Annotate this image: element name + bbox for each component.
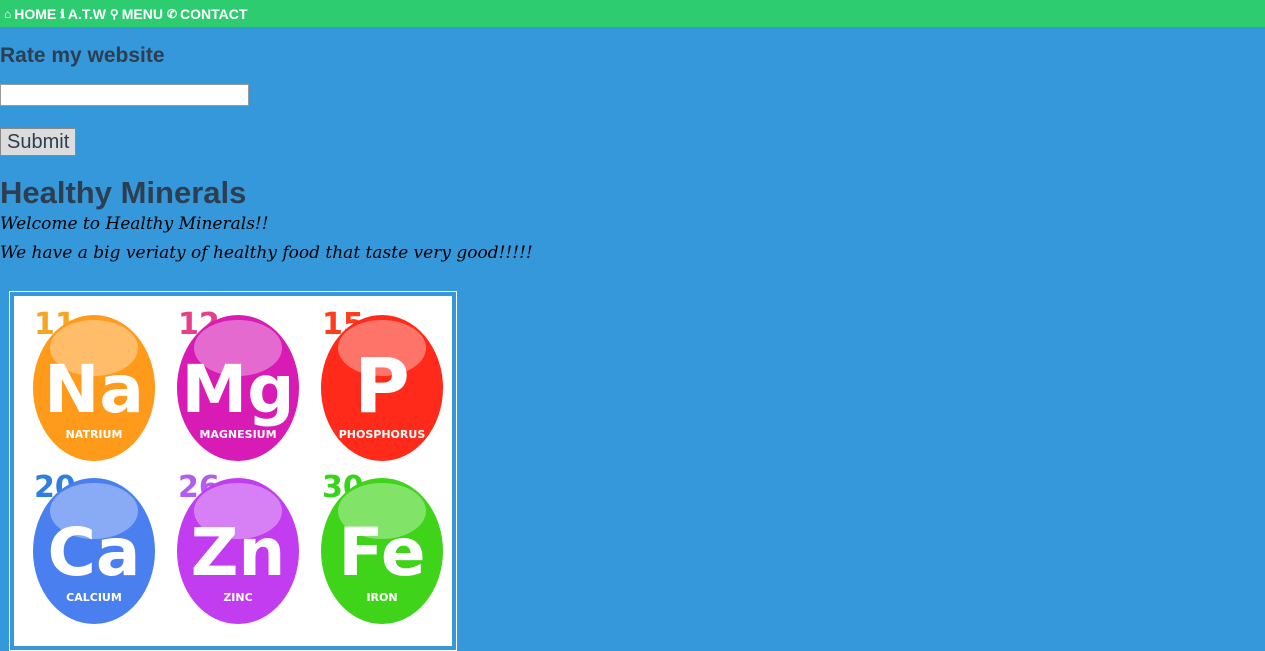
mineral-name: IRON bbox=[366, 591, 397, 604]
mineral-zinc: 26ZnZINC bbox=[177, 470, 299, 624]
nav-home-label: HOME bbox=[14, 5, 57, 22]
mineral-name: CALCIUM bbox=[66, 591, 122, 604]
mineral-natrium: 11NaNATRIUM bbox=[33, 307, 155, 461]
nav-contact[interactable]: ✆ CONTACT bbox=[167, 6, 247, 22]
mineral-symbol: P bbox=[354, 341, 410, 430]
mineral-iron: 30FeIRON bbox=[321, 470, 443, 624]
welcome-text: Welcome to Healthy Minerals!! bbox=[0, 214, 269, 234]
minerals-image: 11 Na NATRIUM 12 Mg MAGNESIUM 15 P PHOSPHORUS 20 C… bbox=[14, 296, 452, 646]
submit-button[interactable]: Submit bbox=[0, 128, 77, 156]
nav-atw-label: A.T.W bbox=[67, 5, 106, 22]
mineral-symbol: Na bbox=[44, 351, 144, 428]
cutlery-icon: ⚲ bbox=[109, 6, 119, 21]
mineral-name: ZINC bbox=[223, 591, 252, 604]
nav-atw[interactable]: ℹ A.T.W bbox=[60, 6, 106, 22]
nav-contact-label: CONTACT bbox=[180, 5, 248, 22]
nav-home[interactable]: ⌂ HOME bbox=[4, 6, 56, 22]
mineral-symbol: Fe bbox=[338, 514, 425, 591]
info-icon: ℹ bbox=[60, 6, 65, 21]
rate-input[interactable] bbox=[0, 84, 249, 106]
phone-icon: ✆ bbox=[166, 6, 178, 21]
mineral-name: MAGNESIUM bbox=[199, 428, 276, 441]
mineral-symbol: Mg bbox=[182, 351, 295, 428]
page-title: Healthy Minerals bbox=[0, 175, 247, 210]
mineral-magnesium: 12MgMAGNESIUM bbox=[177, 307, 299, 461]
mineral-name: PHOSPHORUS bbox=[339, 428, 426, 441]
mineral-phosphorus: 15PPHOSPHORUS bbox=[321, 307, 443, 461]
mineral-symbol: Ca bbox=[48, 514, 141, 591]
minerals-graphic: 11NaNATRIUM12MgMAGNESIUM15PPHOSPHORUS 20C… bbox=[33, 307, 443, 624]
top-navbar: ⌂ HOME ℹ A.T.W ⚲ MENU ✆ CONTACT bbox=[0, 0, 1265, 27]
mineral-calcium: 20CaCALCIUM bbox=[33, 470, 155, 624]
mineral-symbol: Zn bbox=[191, 514, 286, 591]
mineral-name: NATRIUM bbox=[66, 428, 123, 441]
minerals-image-frame: 11 Na NATRIUM 12 Mg MAGNESIUM 15 P PHOSPHORUS 20 C… bbox=[9, 291, 457, 651]
nav-menu[interactable]: ⚲ MENU bbox=[110, 6, 163, 22]
nav-menu-label: MENU bbox=[121, 5, 163, 22]
rate-title: Rate my website bbox=[0, 44, 165, 67]
home-icon: ⌂ bbox=[4, 6, 12, 21]
description-text: We have a big veriaty of healthy food th… bbox=[0, 243, 533, 263]
